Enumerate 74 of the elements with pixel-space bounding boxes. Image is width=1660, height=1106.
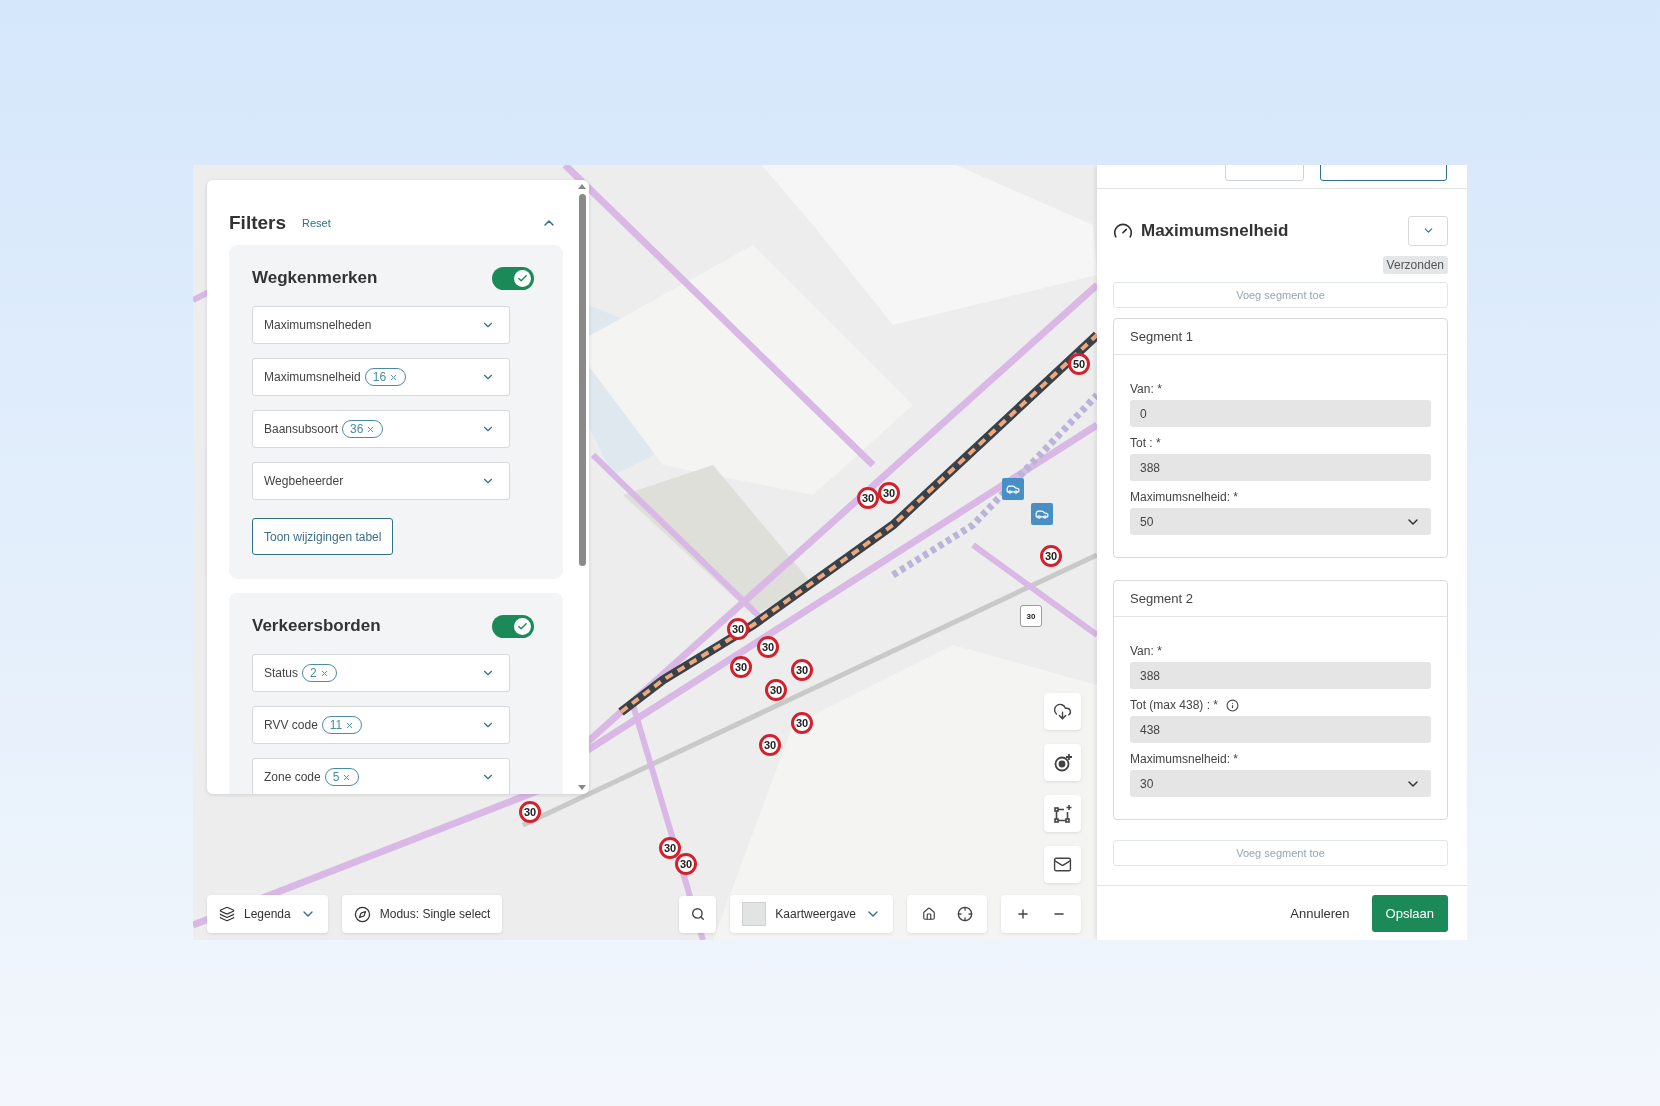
car-icon[interactable] [1002, 478, 1024, 500]
map-thumbnail [742, 902, 767, 926]
compass-icon [353, 905, 371, 923]
field-label: Maximumsnelheid: * [1130, 752, 1239, 766]
filter-dropdown[interactable]: Wegbeheerder [252, 462, 510, 500]
search-button[interactable] [679, 895, 717, 933]
select-field[interactable]: 50 [1130, 508, 1431, 535]
filter-dropdown[interactable]: Maximumsnelheid 16 [252, 358, 510, 396]
cloud-download-button[interactable] [1044, 693, 1081, 730]
field-label: Tot (max 438) : * [1130, 698, 1219, 712]
detail-title: Maximumsnelheid [1141, 220, 1289, 241]
section-title: Wegkenmerken [252, 268, 378, 288]
layers-icon [219, 906, 235, 922]
dropdown-label: Status [264, 666, 299, 680]
input-field[interactable]: 0 [1130, 400, 1431, 427]
dropdown-label: Wegbeheerder [264, 474, 344, 488]
scroll-down-arrow[interactable] [578, 785, 586, 790]
filter-dropdown[interactable]: Maximumsnelheden [252, 306, 510, 344]
toggle-switch[interactable] [492, 614, 534, 638]
close-icon[interactable] [319, 668, 329, 678]
dropdown-label: Maximumsnelheid [264, 370, 361, 384]
input-field[interactable]: 438 [1130, 716, 1431, 743]
dropdown-label: Maximumsnelheden [264, 318, 372, 332]
plus-icon [1016, 907, 1030, 921]
filter-dropdown[interactable]: Status 2 [252, 654, 510, 692]
scroll-up-arrow[interactable] [578, 184, 586, 189]
home-icon [922, 907, 936, 921]
field-label: Maximumsnelheid: * [1130, 490, 1239, 504]
segment-title: Segment 2 [1130, 591, 1193, 606]
mode-button[interactable]: Modus: Single select [341, 895, 503, 933]
scrollbar-thumb[interactable] [578, 194, 586, 566]
car-glyph [1006, 482, 1020, 496]
map-view-button[interactable]: Kaartweergave [730, 895, 893, 933]
car-glyph [1035, 507, 1049, 521]
toggle-switch[interactable] [492, 266, 534, 290]
filters-title: Filters [229, 212, 287, 234]
check-icon [517, 620, 528, 632]
dropdown-label: Baansubsoort [264, 422, 339, 436]
add-target-button[interactable] [1044, 744, 1081, 781]
close-icon[interactable] [345, 720, 355, 730]
close-icon[interactable] [342, 772, 352, 782]
reset-link[interactable]: Reset [302, 217, 331, 229]
crosshair-icon [957, 906, 973, 922]
mail-button[interactable] [1044, 846, 1081, 883]
field-label: Van: * [1130, 382, 1162, 396]
polygon-plus-icon [1052, 803, 1073, 824]
mail-icon [1053, 855, 1072, 874]
search-icon [690, 907, 705, 921]
cancel-button[interactable]: Annuleren [1286, 899, 1354, 927]
close-icon[interactable] [366, 424, 376, 434]
legend-button[interactable]: Legenda [207, 895, 328, 933]
car-icon[interactable] [1031, 503, 1053, 525]
close-icon[interactable] [389, 372, 399, 382]
save-button[interactable]: Opslaan [1371, 894, 1448, 932]
dropdown-label: Zone code [264, 770, 321, 784]
input-field[interactable]: 388 [1130, 662, 1431, 689]
status-badge: Verzonden [1382, 256, 1448, 274]
draw-area-button[interactable] [1044, 795, 1081, 832]
select-field[interactable]: 30 [1130, 770, 1431, 797]
segment-title: Segment 1 [1130, 329, 1193, 344]
section-title: Verkeersborden [252, 616, 381, 636]
show-changes-button[interactable]: Toon wijzigingen tabel [252, 518, 394, 555]
field-label: Tot : * [1130, 436, 1161, 450]
speed-limit-sign[interactable]: 30 [1020, 605, 1042, 627]
filter-dropdown[interactable]: Zone code 5 [252, 758, 510, 794]
filter-dropdown[interactable]: Baansubsoort 36 [252, 410, 510, 448]
info-icon[interactable] [1226, 698, 1240, 712]
cloud-download-icon [1053, 702, 1072, 721]
field-label: Van: * [1130, 644, 1162, 658]
target-plus-icon [1052, 752, 1073, 773]
check-icon [517, 272, 528, 284]
input-field[interactable]: 388 [1130, 454, 1431, 481]
filter-dropdown[interactable]: RVV code 11 [252, 706, 510, 744]
dropdown-label: RVV code [264, 718, 318, 732]
